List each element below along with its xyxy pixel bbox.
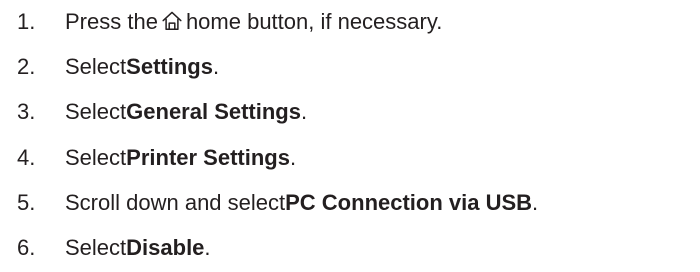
- step-number: 5.: [17, 190, 36, 215]
- step-number: 3.: [17, 99, 36, 124]
- step-text-after: .: [204, 235, 211, 260]
- step-text-before: Select: [65, 145, 127, 170]
- step-text: Select Disable .: [65, 237, 211, 259]
- step-text-before: Press the: [65, 9, 158, 34]
- step-text: Select General Settings .: [65, 101, 307, 123]
- step-text-after: .: [301, 99, 308, 124]
- step-bold-label: Printer Settings: [126, 145, 290, 170]
- step-number: 2.: [17, 54, 36, 79]
- step-text: Scroll down and select PC Connection via…: [65, 192, 538, 214]
- step-text-before: Scroll down and select: [65, 190, 286, 215]
- step-text: Select Printer Settings .: [65, 147, 296, 169]
- step-number: 4.: [17, 145, 36, 170]
- step-number: 6.: [17, 235, 36, 260]
- step-bold-label: Disable: [126, 235, 205, 260]
- step-text: Select Settings .: [65, 56, 219, 78]
- step-text-after: home button, if necessary.: [185, 9, 443, 34]
- step-number: 1.: [17, 9, 36, 34]
- instruction-list: 1. Press the home button, if necessary. …: [0, 0, 700, 272]
- step-text-after: .: [289, 145, 297, 170]
- home-icon: [160, 9, 184, 33]
- step-text-before: Select: [65, 99, 127, 124]
- step-text-after: .: [532, 190, 539, 215]
- step-text-after: .: [212, 54, 220, 79]
- step-text: Press the home button, if necessary.: [65, 10, 442, 34]
- step-bold-label: Settings: [126, 54, 213, 79]
- step-bold-label: PC Connection via USB: [285, 190, 533, 215]
- step-text-before: Select: [65, 235, 127, 260]
- step-bold-label: General Settings: [126, 99, 301, 124]
- step-text-before: Select: [65, 54, 127, 79]
